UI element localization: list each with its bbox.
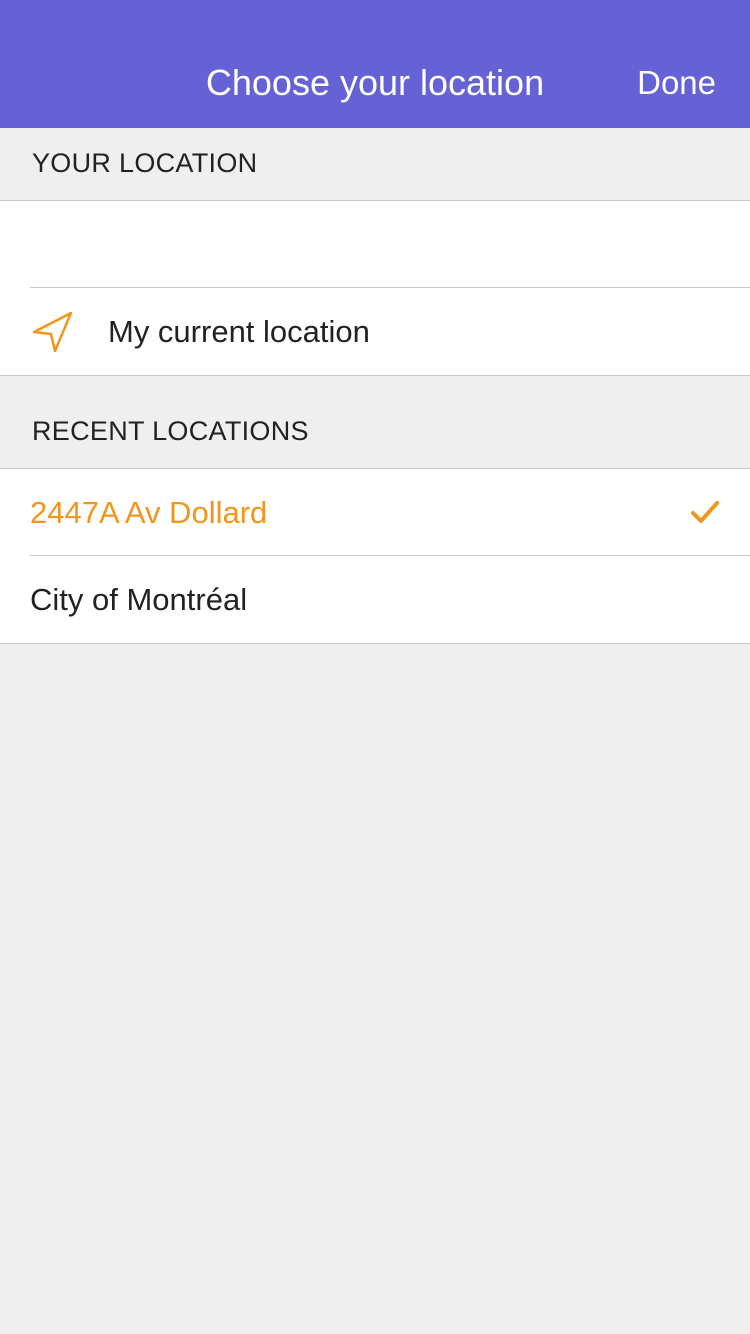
- navigation-bar: Choose your location Done: [0, 0, 750, 128]
- recent-location-item[interactable]: 2447A Av Dollard: [0, 469, 750, 556]
- location-arrow-icon: [32, 311, 73, 353]
- location-search-input[interactable]: [30, 219, 724, 271]
- checkmark-icon: [691, 501, 719, 523]
- your-location-group: My current location: [0, 200, 750, 376]
- search-row: [0, 201, 750, 288]
- section-header-recent-locations: RECENT LOCATIONS: [0, 376, 750, 468]
- recent-locations-group: 2447A Av Dollard City of Montréal: [0, 468, 750, 644]
- section-title-recent-locations: RECENT LOCATIONS: [32, 416, 309, 446]
- current-location-row[interactable]: My current location: [0, 288, 750, 375]
- recent-location-item[interactable]: City of Montréal: [0, 556, 750, 643]
- section-header-your-location: YOUR LOCATION: [0, 128, 750, 200]
- section-title-your-location: YOUR LOCATION: [32, 148, 258, 178]
- current-location-label: My current location: [108, 314, 370, 349]
- recent-location-label: City of Montréal: [30, 582, 248, 617]
- recent-location-label: 2447A Av Dollard: [30, 495, 268, 530]
- done-button[interactable]: Done: [637, 62, 716, 104]
